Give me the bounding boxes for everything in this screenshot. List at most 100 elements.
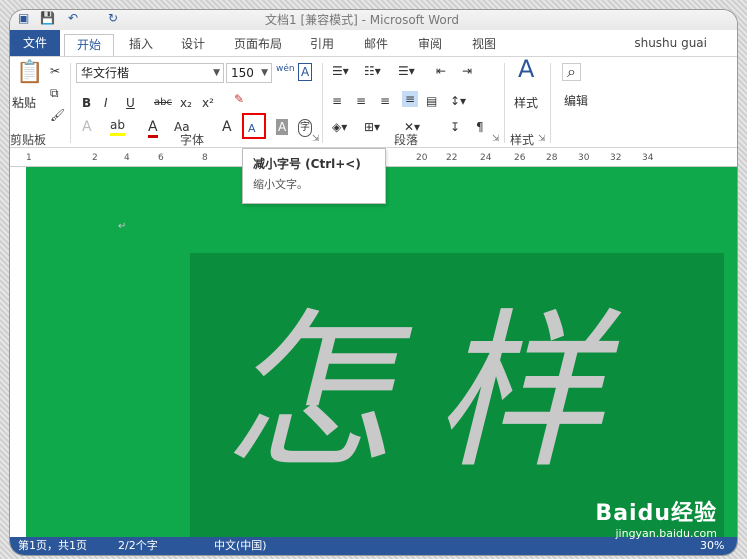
word-count[interactable]: 2/2个字: [118, 537, 158, 555]
tab-review[interactable]: 审阅: [410, 34, 450, 56]
tab-design[interactable]: 设计: [172, 34, 214, 56]
grow-font-button[interactable]: A: [222, 119, 232, 135]
ruler-tick: 22: [446, 153, 458, 163]
document-canvas[interactable]: ↵ 怎样: [26, 167, 737, 537]
baidu-watermark: Baidu经验 jingyan.baidu.com: [595, 495, 717, 540]
redo-icon[interactable]: ↻: [108, 11, 118, 25]
word-icon[interactable]: ▣: [18, 11, 29, 25]
styles-button[interactable]: 样式: [514, 95, 538, 111]
styles-dialog-launcher-icon[interactable]: ⇲: [538, 134, 546, 144]
styles-icon[interactable]: A: [518, 57, 534, 81]
sort-icon[interactable]: ↧: [450, 119, 460, 135]
distributed-icon[interactable]: ▤: [426, 93, 437, 109]
char-border-button[interactable]: A: [298, 63, 313, 81]
paste-icon[interactable]: 📋: [16, 62, 43, 84]
ruler-tick: 6: [158, 153, 164, 163]
align-right-icon[interactable]: ≡: [380, 93, 390, 109]
align-center-icon[interactable]: ≡: [356, 93, 366, 109]
ruler-tick: 32: [610, 153, 622, 163]
styles-group-label: 样式: [510, 133, 535, 147]
title-bar: ▣ 💾 ↶ ↻ 文档1 [兼容模式] - Microsoft Word: [10, 10, 737, 30]
font-size-combo[interactable]: 150 ▼: [226, 63, 272, 83]
group-separator: [322, 63, 323, 143]
ruler-tick: 34: [642, 153, 654, 163]
copy-icon[interactable]: ⧉: [50, 85, 59, 101]
ruler-tick: 8: [202, 153, 208, 163]
font-dialog-launcher-icon[interactable]: ⇲: [312, 134, 320, 144]
tab-page-layout[interactable]: 页面布局: [230, 34, 286, 56]
tab-insert[interactable]: 插入: [120, 34, 162, 56]
shading-icon[interactable]: ◈▾: [332, 119, 347, 135]
cut-icon[interactable]: ✂: [50, 63, 60, 79]
highlight-color-icon[interactable]: ab: [110, 117, 125, 136]
text-effect-button[interactable]: A: [82, 119, 92, 135]
borders-icon[interactable]: ⊞▾: [364, 119, 380, 135]
ribbon-home: 📋 粘贴 ✂ ⧉ 🖌 剪贴板 华文行楷 ▼ 150 ▼ wén A B I U …: [10, 56, 737, 148]
paragraph-dialog-launcher-icon[interactable]: ⇲: [492, 134, 500, 144]
clipboard-group-label: 剪贴板: [10, 133, 47, 147]
tab-references[interactable]: 引用: [302, 34, 342, 56]
underline-button[interactable]: U: [126, 95, 135, 111]
baidu-url: jingyan.baidu.com: [615, 527, 717, 540]
subscript-button[interactable]: x₂: [180, 95, 192, 111]
save-icon[interactable]: 💾: [40, 11, 55, 25]
paragraph-mark-icon: ↵: [118, 221, 127, 232]
undo-icon[interactable]: ↶: [68, 11, 78, 25]
tab-file[interactable]: 文件: [10, 30, 60, 56]
line-spacing-icon[interactable]: ↕▾: [450, 93, 466, 109]
align-left-icon[interactable]: ≡: [332, 93, 342, 109]
multilevel-list-icon[interactable]: ☰▾: [398, 63, 415, 79]
paragraph-group-label: 段落: [394, 133, 419, 147]
highlight-box: [242, 113, 266, 139]
superscript-button[interactable]: x²: [202, 95, 214, 111]
ruler-tick: 20: [416, 153, 428, 163]
ruler-tick: 1: [26, 153, 32, 163]
tab-mailings[interactable]: 邮件: [356, 34, 396, 56]
strikethrough-button[interactable]: abc: [154, 95, 172, 111]
font-group-label: 字体: [180, 133, 205, 147]
phonetic-guide-button[interactable]: wén: [276, 61, 295, 77]
bullets-icon[interactable]: ☰▾: [332, 63, 349, 79]
chevron-down-icon: ▼: [261, 68, 268, 78]
justify-icon[interactable]: ≡: [402, 91, 419, 107]
group-separator: [550, 63, 551, 143]
clear-format-icon[interactable]: ✎: [234, 91, 244, 107]
font-name-combo[interactable]: 华文行楷 ▼: [76, 63, 224, 83]
font-color-button[interactable]: A: [148, 119, 158, 138]
user-name[interactable]: shushu guai: [634, 36, 707, 50]
tooltip-description: 缩小文字。: [253, 178, 308, 191]
font-name-value: 华文行楷: [81, 66, 130, 80]
paste-button[interactable]: 粘贴: [12, 95, 36, 111]
italic-button[interactable]: I: [104, 95, 108, 111]
char-shading-button[interactable]: A: [276, 119, 289, 135]
group-separator: [70, 63, 71, 143]
editing-button[interactable]: 编辑: [564, 93, 588, 109]
numbering-icon[interactable]: ☷▾: [364, 63, 381, 79]
ruler-tick: 28: [546, 153, 558, 163]
enclose-char-button[interactable]: 字: [298, 119, 312, 137]
tab-view[interactable]: 视图: [464, 34, 504, 56]
chevron-down-icon: ▼: [213, 68, 220, 78]
ruler-tick: 30: [578, 153, 590, 163]
show-marks-icon[interactable]: ¶: [476, 119, 484, 135]
find-icon[interactable]: ⌕: [562, 63, 581, 81]
group-separator: [504, 63, 505, 143]
bold-button[interactable]: B: [82, 95, 91, 111]
window-title: 文档1 [兼容模式] - Microsoft Word: [265, 13, 460, 27]
page-count[interactable]: 第1页，共1页: [18, 537, 87, 555]
ruler-tick: 24: [480, 153, 492, 163]
baidu-logo: Baidu经验: [595, 501, 717, 526]
language[interactable]: 中文(中国): [214, 537, 267, 555]
ruler-tick: 4: [124, 153, 130, 163]
ruler-tick: 2: [92, 153, 98, 163]
tab-home[interactable]: 开始: [64, 34, 114, 56]
ribbon-tabs: 文件 开始 插入 设计 页面布局 引用 邮件 审阅 视图 shushu guai: [10, 30, 737, 56]
decrease-indent-icon[interactable]: ⇤: [436, 63, 446, 79]
increase-indent-icon[interactable]: ⇥: [462, 63, 472, 79]
font-size-value: 150: [231, 66, 254, 80]
format-painter-icon[interactable]: 🖌: [50, 107, 65, 123]
tooltip-title: 减小字号 (Ctrl+<): [253, 157, 361, 171]
ruler-tick: 26: [514, 153, 526, 163]
document-text: 怎样: [224, 294, 645, 492]
shrink-font-tooltip: 减小字号 (Ctrl+<) 缩小文字。: [242, 148, 386, 204]
